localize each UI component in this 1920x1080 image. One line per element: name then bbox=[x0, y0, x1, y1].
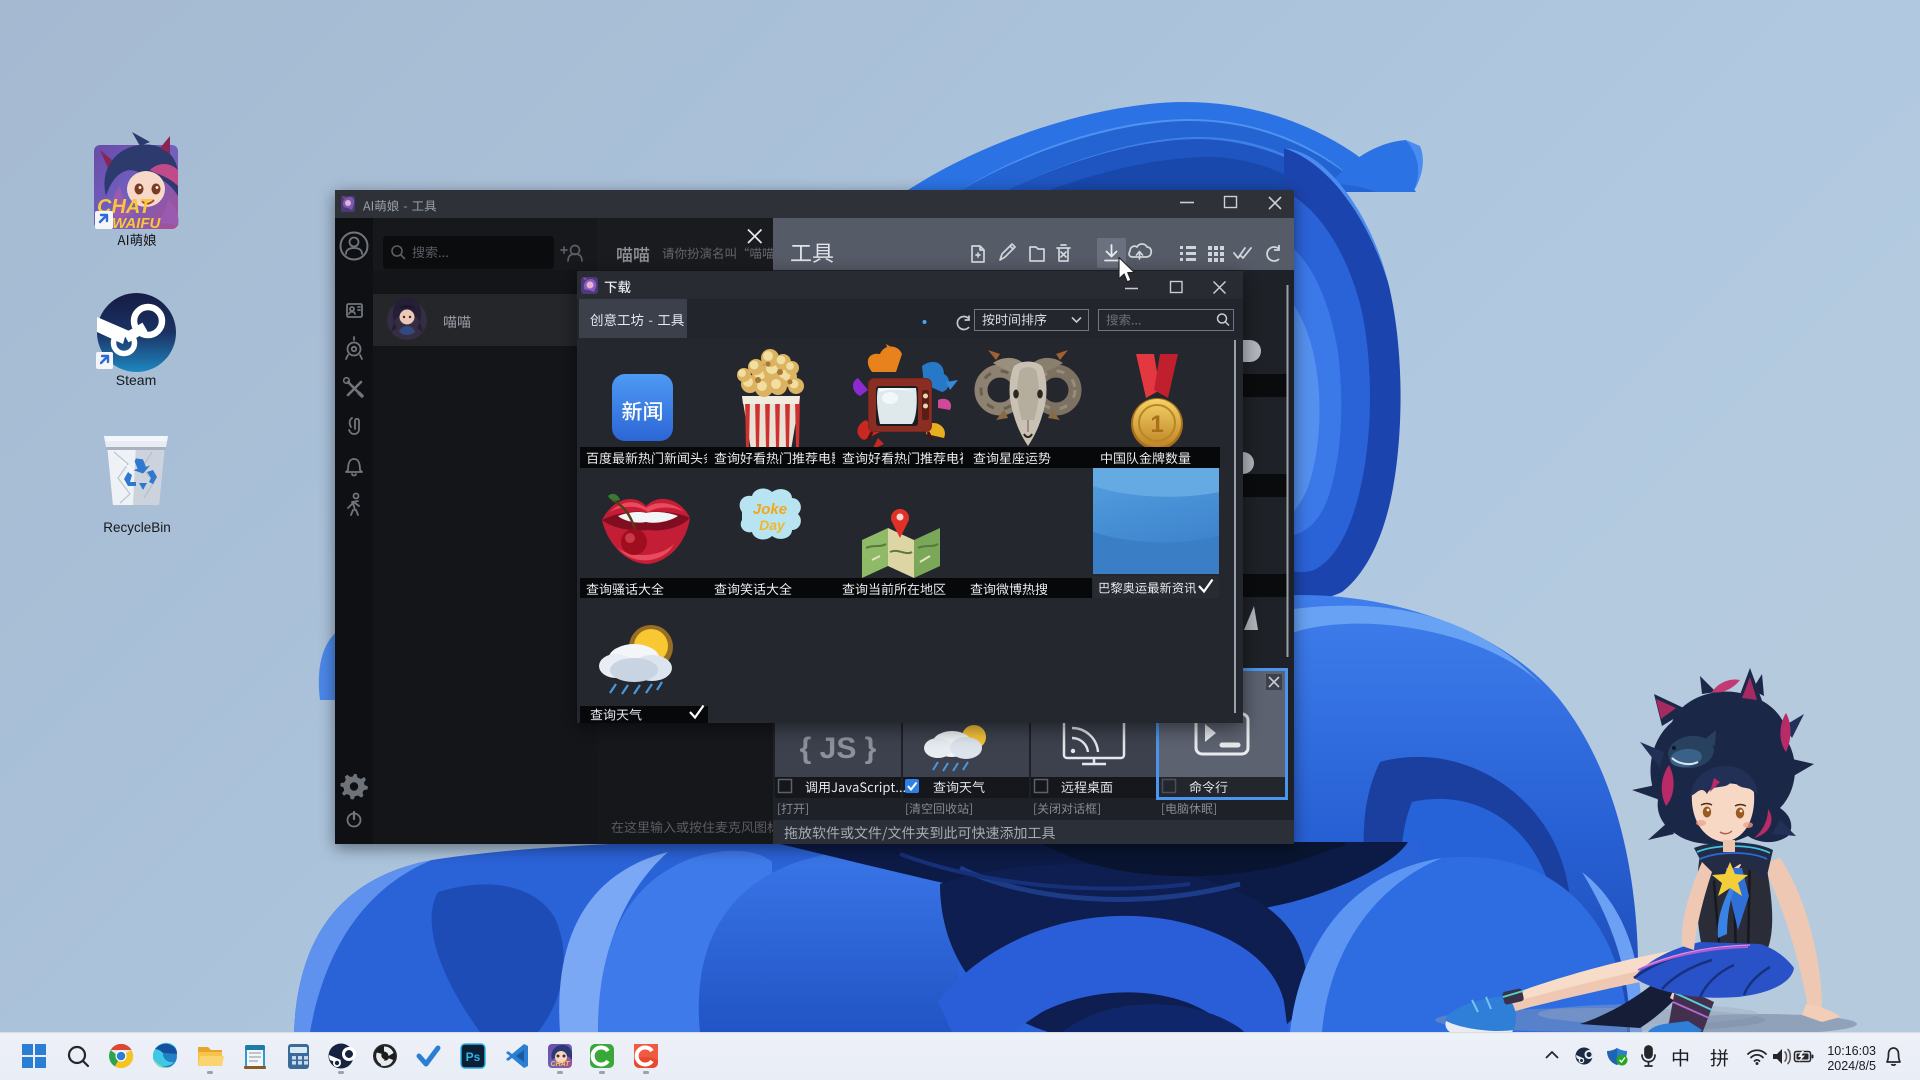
svg-text:1: 1 bbox=[1150, 411, 1163, 438]
svg-text:2024/8/5: 2024/8/5 bbox=[1827, 1059, 1876, 1073]
svg-text:Day: Day bbox=[759, 517, 786, 533]
svg-text:Ps: Ps bbox=[466, 1050, 481, 1064]
svg-text:WAIFU: WAIFU bbox=[112, 215, 161, 232]
svg-text:10:16:03: 10:16:03 bbox=[1827, 1044, 1876, 1058]
svg-text:CHAT: CHAT bbox=[551, 1061, 571, 1068]
svg-text:Joke: Joke bbox=[753, 501, 787, 518]
svg-text:Steam: Steam bbox=[116, 372, 156, 388]
svg-text:RecycleBin: RecycleBin bbox=[103, 520, 171, 535]
svg-text:{ JS }: { JS } bbox=[800, 732, 877, 765]
